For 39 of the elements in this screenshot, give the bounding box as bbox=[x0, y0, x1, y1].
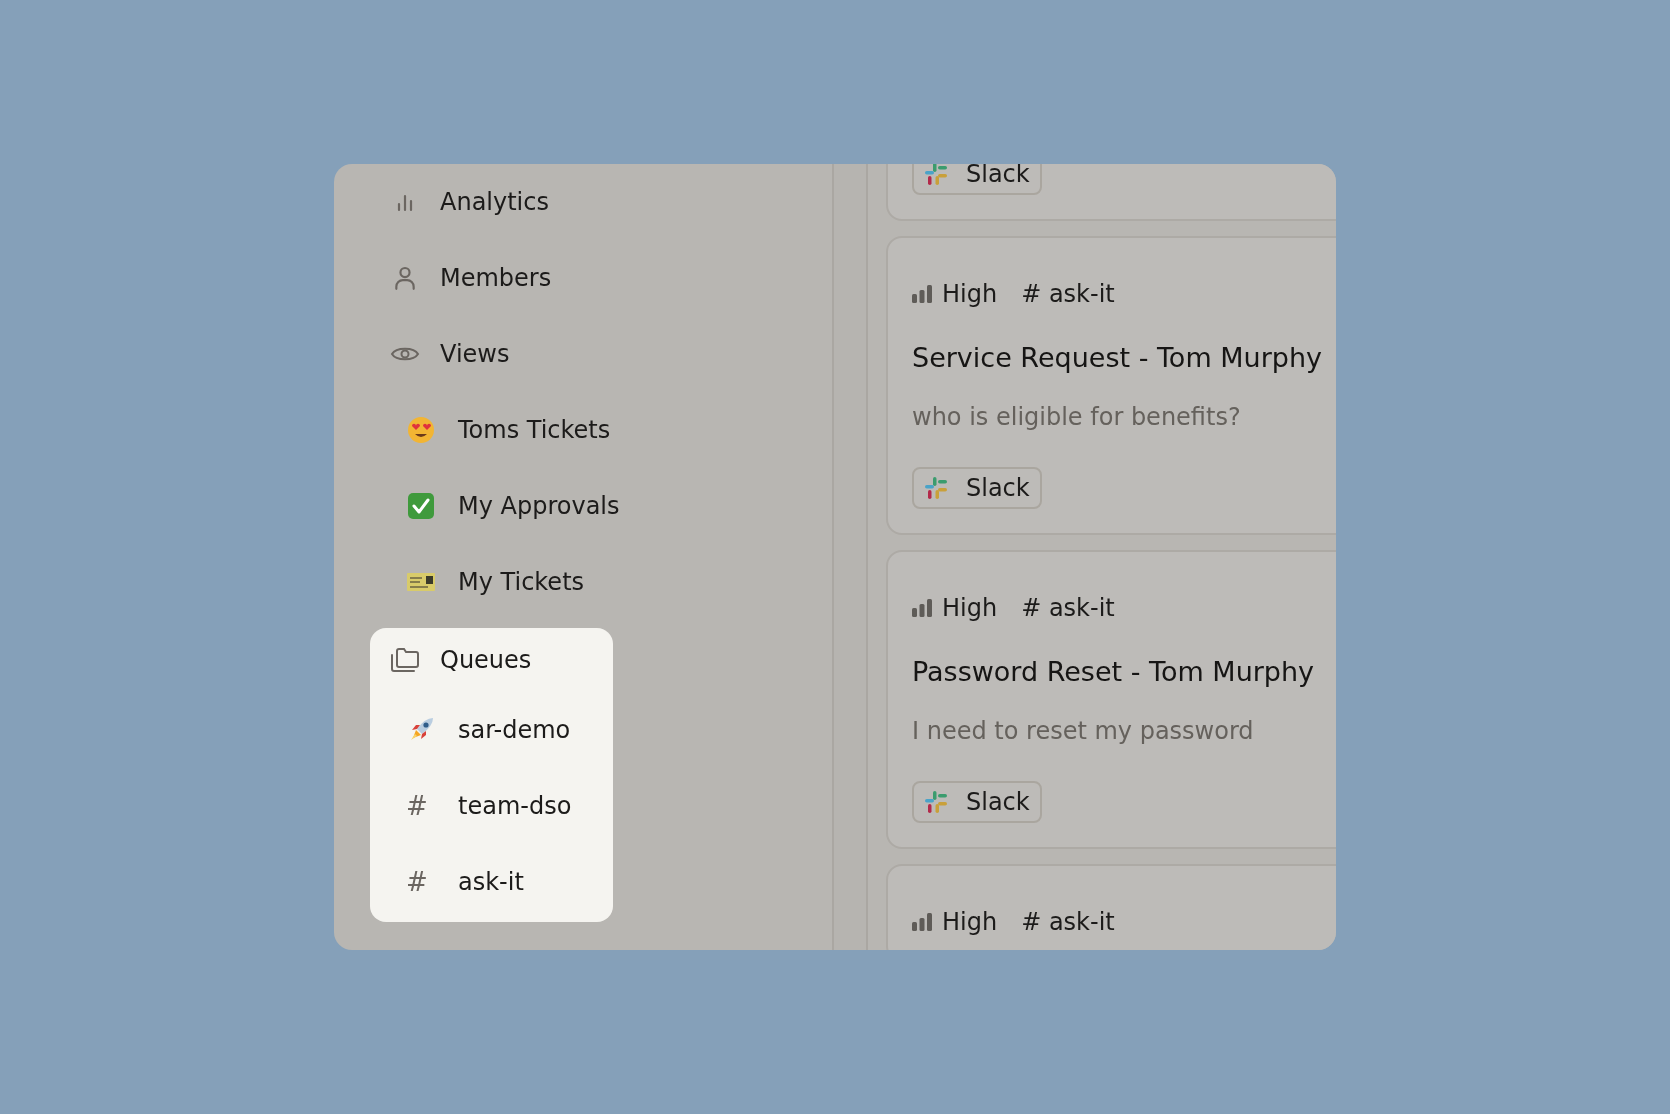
ticket-title: Service Request - Tom Murphy bbox=[912, 342, 1323, 373]
source-tag: Slack bbox=[912, 164, 1042, 195]
ticket-description: I need to reset my password bbox=[912, 717, 1255, 745]
hash-icon: # bbox=[406, 791, 436, 821]
ticket-card[interactable]: High # ask-it bbox=[886, 864, 1336, 950]
ticket-card[interactable]: High # ask-it Service Request - Tom Murphy who is eligible for benefits? Slack bbox=[886, 236, 1336, 535]
sidebar-item[interactable]: Analytics bbox=[370, 164, 670, 240]
sidebar-item[interactable]: Views bbox=[370, 316, 670, 392]
priority-bars-icon bbox=[912, 599, 932, 617]
slack-logo-icon bbox=[924, 164, 948, 186]
ticket-description: who is eligible for benefits? bbox=[912, 403, 1242, 431]
ticket-card[interactable]: High # ask-it Password Reset - Tom Murphy I need to reset my password Slack bbox=[886, 550, 1336, 849]
channel-label: # ask-it bbox=[1021, 594, 1115, 622]
ticket-title: Password Reset - Tom Murphy bbox=[912, 656, 1316, 687]
source-tag: Slack bbox=[912, 467, 1042, 509]
sidebar-item[interactable]: # ask-it bbox=[370, 844, 613, 920]
sidebar-item[interactable]: Members bbox=[370, 240, 670, 316]
sidebar-item[interactable]: Queues bbox=[370, 628, 613, 692]
source-tag: Slack bbox=[912, 781, 1042, 823]
sidebar-item[interactable]: sar-demo bbox=[370, 692, 613, 768]
priority-bars-icon bbox=[912, 913, 932, 931]
ticket-icon bbox=[406, 573, 436, 591]
priority-bars-icon bbox=[912, 285, 932, 303]
channel-label: # ask-it bbox=[1021, 280, 1115, 308]
heart-eyes-face-icon bbox=[406, 416, 436, 444]
check-icon bbox=[406, 492, 436, 520]
priority-label: High bbox=[942, 594, 998, 622]
sidebar-item[interactable]: # team-dso bbox=[370, 768, 613, 844]
priority-label: High bbox=[942, 280, 998, 308]
channel-label: # ask-it bbox=[1021, 908, 1115, 936]
slack-logo-icon bbox=[924, 476, 948, 500]
ticket-card[interactable]: Slack bbox=[886, 164, 1336, 221]
folders-icon bbox=[390, 647, 420, 673]
slack-logo-icon bbox=[924, 790, 948, 814]
hash-icon: # bbox=[406, 867, 436, 897]
priority-label: High bbox=[942, 908, 998, 936]
sidebar-item[interactable]: Toms Tickets bbox=[370, 392, 670, 468]
sidebar-item[interactable]: My Approvals bbox=[370, 468, 670, 544]
sidebar-item[interactable]: My Tickets bbox=[370, 544, 670, 620]
